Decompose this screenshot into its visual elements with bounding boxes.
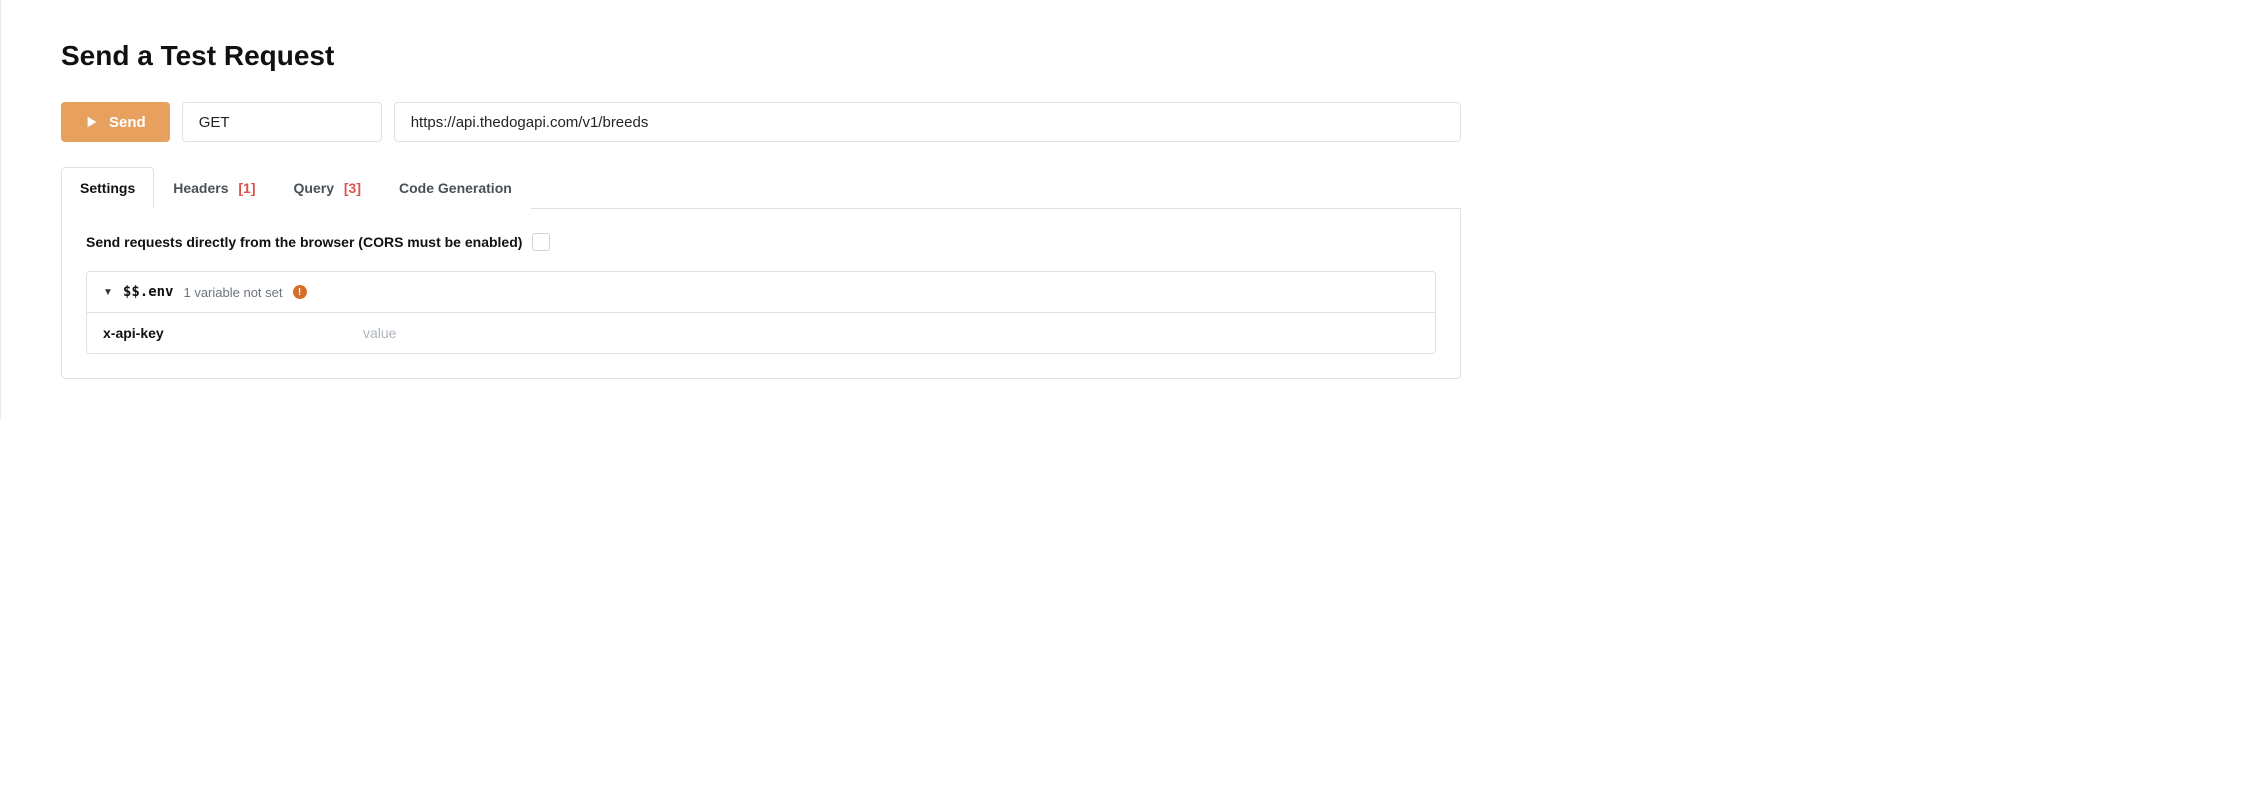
page-title: Send a Test Request [61,40,1461,72]
tab-headers[interactable]: Headers [1] [154,167,274,209]
method-select-value: GET [199,114,230,131]
warning-icon: ! [293,285,307,299]
env-var-value-input[interactable]: value [363,325,396,341]
tab-settings-label: Settings [80,180,135,196]
tab-code-generation[interactable]: Code Generation [380,167,531,209]
tab-query-label: Query [294,180,334,196]
tab-query[interactable]: Query [3] [275,167,380,209]
send-button[interactable]: Send [61,102,170,142]
url-input[interactable]: https://api.thedogapi.com/v1/breeds [394,102,1461,142]
tab-headers-label: Headers [173,180,228,196]
tab-settings[interactable]: Settings [61,167,154,209]
send-button-label: Send [109,114,146,131]
tab-codegen-label: Code Generation [399,180,512,196]
url-input-value: https://api.thedogapi.com/v1/breeds [411,114,649,131]
method-select[interactable]: GET [182,102,382,142]
env-name: $$.env [123,284,174,300]
settings-panel: Send requests directly from the browser … [61,209,1461,379]
cors-label: Send requests directly from the browser … [86,234,522,250]
tabs: Settings Headers [1] Query [3] Code Gene… [61,166,1461,209]
env-var-row: x-api-key value [87,313,1435,353]
cors-row: Send requests directly from the browser … [86,233,1436,251]
play-icon [85,115,99,129]
env-status: 1 variable not set [183,285,282,300]
env-panel: ▼ $$.env 1 variable not set ! x-api-key … [86,271,1436,354]
env-header[interactable]: ▼ $$.env 1 variable not set ! [87,272,1435,313]
cors-checkbox[interactable] [532,233,550,251]
env-var-key: x-api-key [103,325,363,341]
request-bar: Send GET https://api.thedogapi.com/v1/br… [61,102,1461,142]
tab-query-count: [3] [344,180,361,196]
caret-down-icon: ▼ [103,287,113,298]
tab-headers-count: [1] [238,180,255,196]
